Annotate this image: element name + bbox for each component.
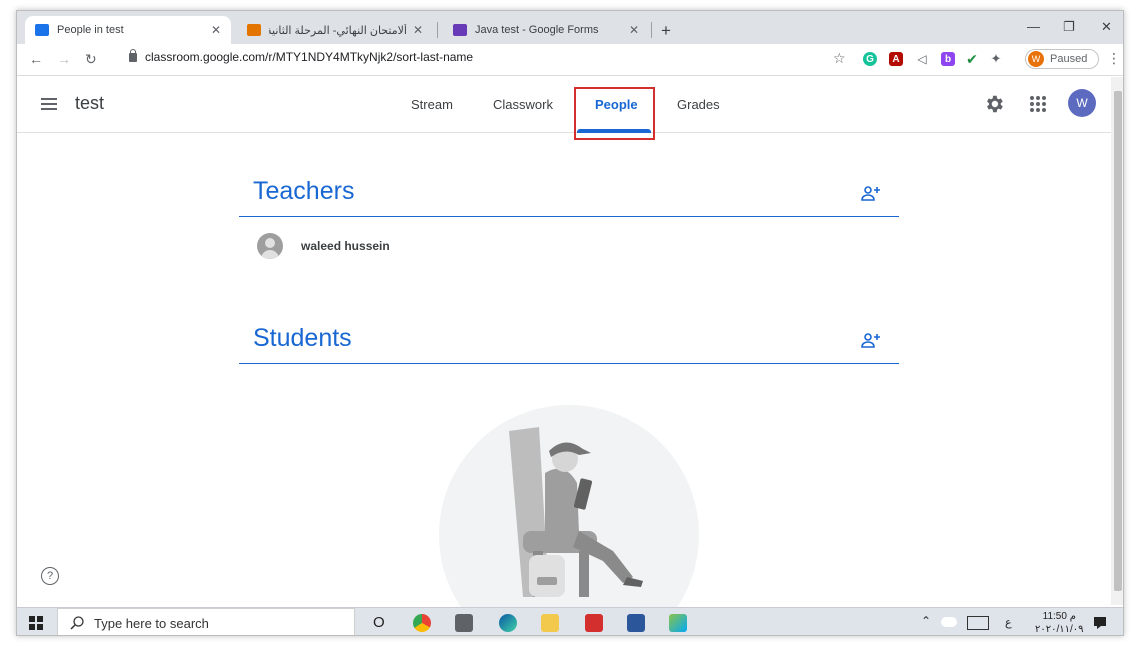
- close-tab-icon[interactable]: ✕: [413, 23, 423, 37]
- classroom-favicon-icon: [35, 24, 49, 36]
- invite-students-icon[interactable]: [861, 332, 881, 348]
- search-placeholder: Type here to search: [94, 615, 209, 631]
- grammarly-icon[interactable]: G: [863, 52, 877, 66]
- tab-people-in-test[interactable]: People in test ✕: [25, 16, 231, 44]
- minimize-icon[interactable]: —: [1027, 19, 1040, 34]
- word-taskbar-icon[interactable]: [627, 614, 645, 632]
- forms-favicon-icon: [453, 24, 467, 36]
- notifications-icon[interactable]: [1093, 616, 1107, 630]
- chrome-taskbar-icon[interactable]: [413, 614, 431, 632]
- scrollbar[interactable]: [1111, 77, 1123, 605]
- close-window-icon[interactable]: ✕: [1101, 19, 1112, 35]
- students-heading: Students: [253, 324, 352, 352]
- invite-teachers-icon[interactable]: [861, 185, 881, 201]
- browser-menu-icon[interactable]: ⋮: [1107, 50, 1121, 67]
- classroom-favicon-icon: [247, 24, 261, 36]
- paint-taskbar-icon[interactable]: [669, 614, 687, 632]
- windows-start-icon[interactable]: [29, 616, 43, 630]
- profile-paused-button[interactable]: W Paused: [1025, 49, 1099, 69]
- tab-grades[interactable]: Grades: [677, 97, 720, 112]
- store-taskbar-icon[interactable]: [455, 614, 473, 632]
- empty-students-illustration: [439, 405, 699, 607]
- forward-icon[interactable]: →: [57, 51, 71, 67]
- teacher-avatar-icon: [257, 233, 283, 259]
- url-text: classroom.google.com/r/MTY1NDY4MTkyNjk2/…: [145, 50, 474, 64]
- back-icon[interactable]: ←: [29, 51, 43, 67]
- scrollbar-thumb[interactable]: [1114, 91, 1122, 591]
- windows-taskbar: Type here to search O ⌃ ع 11:50 م ٢٠٢٠/١…: [17, 607, 1123, 635]
- mute-icon[interactable]: ◁: [915, 52, 929, 66]
- tab-classwork[interactable]: Classwork: [493, 97, 553, 112]
- tab-java-test[interactable]: Java test - Google Forms ✕: [443, 16, 649, 44]
- tab-separator: [437, 22, 438, 38]
- teachers-section-header: Teachers: [239, 167, 899, 217]
- highlight-box: [574, 87, 655, 140]
- settings-gear-icon[interactable]: [983, 93, 1005, 115]
- taskbar-clock[interactable]: 11:50 م ٢٠٢٠/١١/٠٩: [1035, 610, 1084, 635]
- acrobat-icon[interactable]: A: [889, 52, 903, 66]
- reload-icon[interactable]: ↻: [85, 51, 97, 68]
- checkmark-extension-icon[interactable]: ✔: [965, 51, 979, 67]
- extension-b-icon[interactable]: b: [941, 52, 955, 66]
- tab-exam[interactable]: ألامتحان النهائي- المرحلة الثانية ok ✕: [237, 16, 433, 44]
- new-tab-button[interactable]: +: [661, 21, 671, 41]
- teacher-row[interactable]: waleed hussein: [257, 233, 390, 259]
- teachers-heading: Teachers: [253, 177, 355, 205]
- clock-time: 11:50 م: [1042, 611, 1076, 622]
- tab-separator: [651, 22, 652, 38]
- help-icon[interactable]: ?: [41, 567, 59, 585]
- input-language-indicator[interactable]: ع: [1005, 616, 1012, 629]
- acrobat-taskbar-icon[interactable]: [585, 614, 603, 632]
- classroom-header: test Stream Classwork People Grades W: [17, 77, 1111, 140]
- close-tab-icon[interactable]: ✕: [629, 23, 639, 37]
- onedrive-cloud-icon[interactable]: [941, 617, 957, 627]
- bookmark-star-icon[interactable]: ☆: [833, 50, 846, 67]
- apps-grid-icon[interactable]: [1029, 95, 1047, 113]
- browser-toolbar: ← → ↻ classroom.google.com/r/MTY1NDY4MTk…: [17, 44, 1123, 76]
- taskbar-search-box[interactable]: Type here to search: [57, 608, 355, 635]
- cortana-icon[interactable]: O: [373, 614, 385, 631]
- close-tab-icon[interactable]: ✕: [211, 23, 221, 37]
- address-bar[interactable]: classroom.google.com/r/MTY1NDY4MTkyNjk2/…: [129, 48, 474, 64]
- browser-window: People in test ✕ ألامتحان النهائي- المرح…: [16, 10, 1124, 636]
- show-hidden-icons-icon[interactable]: ⌃: [921, 614, 931, 628]
- edge-taskbar-icon[interactable]: [499, 614, 517, 632]
- tab-stream[interactable]: Stream: [411, 97, 453, 112]
- students-section-header: Students: [239, 314, 899, 364]
- teacher-name: waleed hussein: [301, 239, 390, 253]
- main-menu-icon[interactable]: [41, 98, 57, 110]
- extensions-puzzle-icon[interactable]: ✦: [989, 51, 1003, 66]
- tab-strip: People in test ✕ ألامتحان النهائي- المرح…: [17, 11, 1123, 44]
- profile-avatar: W: [1028, 51, 1044, 67]
- file-explorer-taskbar-icon[interactable]: [541, 614, 559, 632]
- clock-date: ٢٠٢٠/١١/٠٩: [1035, 624, 1084, 635]
- class-title[interactable]: test: [75, 93, 104, 114]
- search-icon: [70, 616, 84, 630]
- user-avatar[interactable]: W: [1068, 89, 1096, 117]
- restore-icon[interactable]: ❐: [1063, 19, 1075, 35]
- lock-icon: [129, 48, 137, 62]
- keyboard-icon[interactable]: [967, 616, 989, 630]
